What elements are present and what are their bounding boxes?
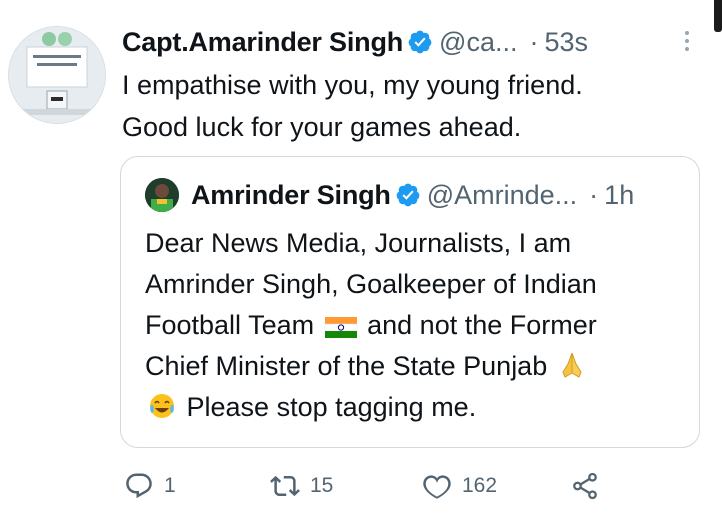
quoted-text-segment: Football Team [145,310,315,340]
quoted-tweet-time: 1h [604,179,635,210]
tweet-actions: 1 15 162 [120,466,620,506]
retweet-button[interactable]: 15 [270,466,333,506]
quoted-tweet[interactable]: Amrinder Singh @Amrinde... · 1h Dear New… [120,156,700,448]
tweet-time[interactable]: 53s [544,27,588,58]
author-avatar[interactable] [8,26,106,124]
quoted-tweet-text: Dear News Media, Journalists, I am Amrin… [145,223,690,428]
folded-hands-icon [562,352,582,378]
quoted-text-segment: Chief Minister of the State Punjab [145,351,548,381]
quoted-text-line: Dear News Media, Journalists, I am [145,228,572,258]
quoted-text-line: Football Team and not the Former [145,305,690,346]
quoted-text-line: Please stop tagging me. [145,387,690,428]
quoted-author-handle: @Amrinde... [426,179,578,210]
share-button[interactable] [570,466,610,506]
author-name[interactable]: Capt.Amarinder Singh [122,27,403,58]
quoted-author-name: Amrinder Singh [191,179,391,210]
reply-button[interactable]: 1 [124,466,176,506]
quoted-text-line: Amrinder Singh, Goalkeeper of Indian [145,269,597,299]
scrollbar[interactable] [714,0,722,32]
separator-dot: · [529,26,539,57]
more-options-icon[interactable] [684,30,690,52]
quoted-text-line: Chief Minister of the State Punjab [145,346,690,387]
verified-badge-icon [396,183,420,207]
reply-icon [126,473,152,499]
author-handle[interactable]: @ca... [439,27,517,58]
reply-count: 1 [164,474,176,497]
tweet-text: I empathise with you, my young friend. G… [122,64,583,148]
separator-dot: · [589,179,599,210]
quoted-text-segment: and not the Former [367,310,597,340]
retweet-icon [270,475,300,497]
india-flag-icon [324,317,357,338]
tweet-text-line: I empathise with you, my young friend. [122,70,583,100]
verified-badge-icon [408,30,432,54]
tweet-header: Capt.Amarinder Singh @ca... · 53s [122,22,682,62]
quoted-tweet-header: Amrinder Singh @Amrinde... · 1h [145,175,634,215]
quoted-author-avatar [145,178,179,212]
retweet-count: 15 [310,474,334,497]
share-icon [573,472,597,500]
quoted-text-segment: Please stop tagging me. [186,392,477,422]
tweet-text-line: Good luck for your games ahead. [122,112,522,142]
like-button[interactable]: 162 [422,466,497,506]
like-count: 162 [462,474,498,497]
heart-icon [423,475,451,499]
tears-of-joy-icon [150,394,174,418]
